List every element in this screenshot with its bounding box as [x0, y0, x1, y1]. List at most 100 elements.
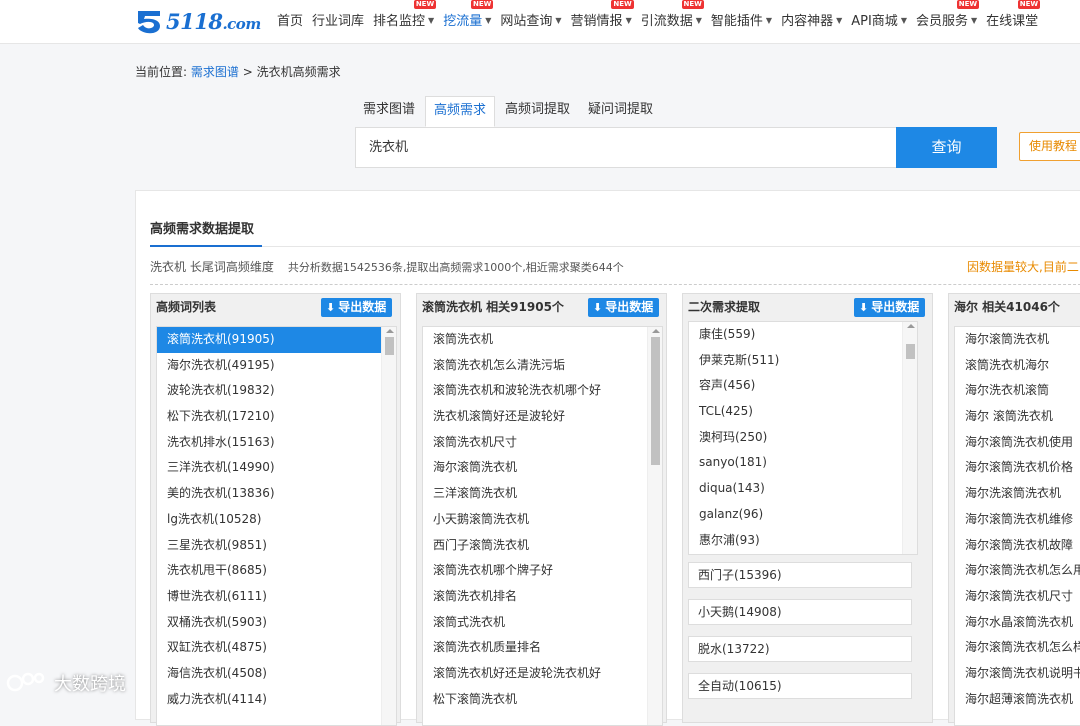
nav-item[interactable]: 内容神器 ▼: [781, 10, 842, 29]
related-listbox[interactable]: 滚筒洗衣机 滚筒洗衣机怎么清洗污垢 滚筒洗衣机和波轮洗衣机哪个好 洗衣机滚筒好还是波轮…: [422, 326, 663, 726]
search-input[interactable]: 洗衣机: [355, 127, 897, 168]
dashed-divider: [150, 284, 1080, 285]
tab-demand-graph[interactable]: 需求图谱: [355, 96, 423, 126]
list-item[interactable]: 海尔 滚筒洗衣机: [955, 404, 1080, 430]
nav-item[interactable]: 排名监控 ▼ NEW: [373, 0, 437, 29]
tab-question-words[interactable]: 疑问词提取: [580, 96, 661, 126]
list-item[interactable]: 洗衣机排水(15163): [157, 430, 396, 456]
export-button[interactable]: ⬇ 导出数据: [854, 298, 926, 317]
group-item[interactable]: 西门子(15396): [688, 562, 912, 588]
nav-item[interactable]: 会员服务 ▼ NEW: [916, 0, 980, 29]
list-item[interactable]: 三洋洗衣机(14990): [157, 455, 396, 481]
list-item[interactable]: 海尔洗滚筒洗衣机: [955, 481, 1080, 507]
list-item[interactable]: 海尔滚筒洗衣机: [955, 327, 1080, 353]
list-item[interactable]: 海尔水晶滚筒洗衣机: [955, 610, 1080, 636]
list-item[interactable]: 海尔滚筒洗衣机怎么用: [955, 558, 1080, 584]
list-item[interactable]: 美的洗衣机(13836): [157, 481, 396, 507]
nav-item-label: 首页: [277, 14, 304, 29]
caret-down-icon: ▼: [625, 16, 632, 25]
scrollbar[interactable]: [902, 322, 917, 554]
list-item[interactable]: 伊莱克斯(511): [689, 348, 917, 374]
list-item[interactable]: galanz(96): [689, 502, 917, 528]
group-item[interactable]: 全自动(10615): [688, 673, 912, 699]
list-item[interactable]: 波轮洗衣机(19832): [157, 378, 396, 404]
tab-high-frequency-words[interactable]: 高频词提取: [497, 96, 578, 126]
nav-item[interactable]: 挖流量 ▼ NEW: [443, 0, 494, 29]
list-item[interactable]: sanyo(181): [689, 450, 917, 476]
list-item[interactable]: 海信洗衣机(4508): [157, 661, 396, 687]
list-item[interactable]: 海尔滚筒洗衣机故障: [955, 533, 1080, 559]
nav-item[interactable]: 引流数据 ▼ NEW: [640, 0, 704, 29]
list-item[interactable]: 澳柯玛(250): [689, 425, 917, 451]
list-item[interactable]: 滚筒洗衣机质量排名: [423, 635, 662, 661]
scroll-up-icon[interactable]: [386, 329, 394, 333]
list-item[interactable]: 西门子滚筒洗衣机: [423, 533, 662, 559]
scroll-up-icon[interactable]: [907, 324, 915, 328]
scroll-thumb[interactable]: [651, 337, 660, 465]
export-button[interactable]: ⬇ 导出数据: [321, 298, 393, 317]
list-item[interactable]: 滚筒洗衣机哪个牌子好: [423, 558, 662, 584]
nav-item[interactable]: 智能插件 ▼: [711, 10, 772, 29]
nav-item[interactable]: 营销情报 ▼ NEW: [571, 0, 634, 29]
list-item[interactable]: 三星洗衣机(9851): [157, 533, 396, 559]
nav-item[interactable]: API商城 ▼: [851, 10, 907, 29]
list-item[interactable]: 海尔滚筒洗衣机: [423, 455, 662, 481]
list-item[interactable]: lg洗衣机(10528): [157, 507, 396, 533]
list-item[interactable]: 双缸洗衣机(4875): [157, 635, 396, 661]
card-title-underline: [150, 245, 262, 247]
list-item[interactable]: diqua(143): [689, 476, 917, 502]
nav-item[interactable]: 行业词库: [312, 10, 364, 29]
list-item[interactable]: 海尔滚筒洗衣机尺寸: [955, 584, 1080, 610]
list-item[interactable]: 滚筒洗衣机好还是波轮洗衣机好: [423, 661, 662, 687]
list-item[interactable]: 松下滚筒洗衣机: [423, 687, 662, 713]
list-item[interactable]: 小天鹅滚筒洗衣机: [423, 507, 662, 533]
list-item[interactable]: 滚筒洗衣机: [423, 327, 662, 353]
list-item[interactable]: 博世洗衣机(6111): [157, 584, 396, 610]
scroll-thumb[interactable]: [906, 344, 915, 359]
breadcrumb-link[interactable]: 需求图谱: [191, 65, 239, 79]
list-item[interactable]: 滚筒洗衣机尺寸: [423, 430, 662, 456]
list-item[interactable]: 滚筒洗衣机和波轮洗衣机哪个好: [423, 378, 662, 404]
list-item[interactable]: 海尔滚筒洗衣机维修: [955, 507, 1080, 533]
list-item[interactable]: 惠尔浦(93): [689, 528, 917, 554]
scrollbar[interactable]: [647, 327, 662, 725]
keyword-listbox[interactable]: 滚筒洗衣机(91905) 海尔洗衣机(49195) 波轮洗衣机(19832) 松下洗衣…: [156, 326, 397, 726]
nav-item[interactable]: 网站查询 ▼: [500, 10, 561, 29]
list-item[interactable]: 容声(456): [689, 373, 917, 399]
nav-item[interactable]: 首页: [277, 10, 303, 29]
list-item[interactable]: 滚筒洗衣机海尔: [955, 353, 1080, 379]
list-item[interactable]: 松下洗衣机(17210): [157, 404, 396, 430]
list-item[interactable]: 海尔滚筒洗衣机使用: [955, 430, 1080, 456]
brand-listbox[interactable]: 海尔滚筒洗衣机 滚筒洗衣机海尔 海尔洗衣机滚筒 海尔 滚筒洗衣机 海尔滚筒洗衣机使用 海尔…: [954, 326, 1080, 726]
list-item[interactable]: 双桶洗衣机(5903): [157, 610, 396, 636]
group-item[interactable]: 小天鹅(14908): [688, 599, 912, 625]
list-item[interactable]: 海尔滚筒洗衣机说明书: [955, 661, 1080, 687]
list-item[interactable]: 威力洗衣机(4114): [157, 687, 396, 713]
secondary-listbox[interactable]: 康佳(559) 伊莱克斯(511) 容声(456) TCL(425) 澳柯玛(250) s…: [688, 321, 918, 555]
nav-item-label: 引流数据: [640, 14, 693, 29]
list-item[interactable]: 三洋滚筒洗衣机: [423, 481, 662, 507]
export-button[interactable]: ⬇ 导出数据: [588, 298, 660, 317]
nav-item[interactable]: 在线课堂 NEW: [986, 0, 1041, 29]
list-item[interactable]: 海尔滚筒洗衣机怎么样: [955, 635, 1080, 661]
list-item[interactable]: 洗衣机甩干(8685): [157, 558, 396, 584]
list-item[interactable]: 滚筒洗衣机(91905): [157, 327, 396, 353]
list-item[interactable]: 滚筒式洗衣机: [423, 610, 662, 636]
list-item[interactable]: 洗衣机滚筒好还是波轮好: [423, 404, 662, 430]
tutorial-button[interactable]: 使用教程 ▾: [1019, 132, 1080, 161]
list-item[interactable]: 海尔超薄滚筒洗衣机: [955, 687, 1080, 713]
list-item[interactable]: 海尔洗衣机(49195): [157, 353, 396, 379]
list-item[interactable]: 滚筒洗衣机怎么清洗污垢: [423, 353, 662, 379]
scroll-up-icon[interactable]: [652, 329, 660, 333]
list-item[interactable]: 海尔洗衣机滚筒: [955, 378, 1080, 404]
search-button[interactable]: 查询: [896, 127, 997, 168]
list-item[interactable]: 滚筒洗衣机排名: [423, 584, 662, 610]
group-item[interactable]: 脱水(13722): [688, 636, 912, 662]
tab-high-frequency[interactable]: 高频需求: [425, 96, 496, 127]
list-item[interactable]: 海尔滚筒洗衣机价格: [955, 455, 1080, 481]
list-item[interactable]: 康佳(559): [689, 322, 917, 348]
scroll-thumb[interactable]: [385, 337, 394, 355]
list-item[interactable]: TCL(425): [689, 399, 917, 425]
scrollbar[interactable]: [381, 327, 396, 725]
site-logo[interactable]: 5118.com: [134, 6, 261, 36]
